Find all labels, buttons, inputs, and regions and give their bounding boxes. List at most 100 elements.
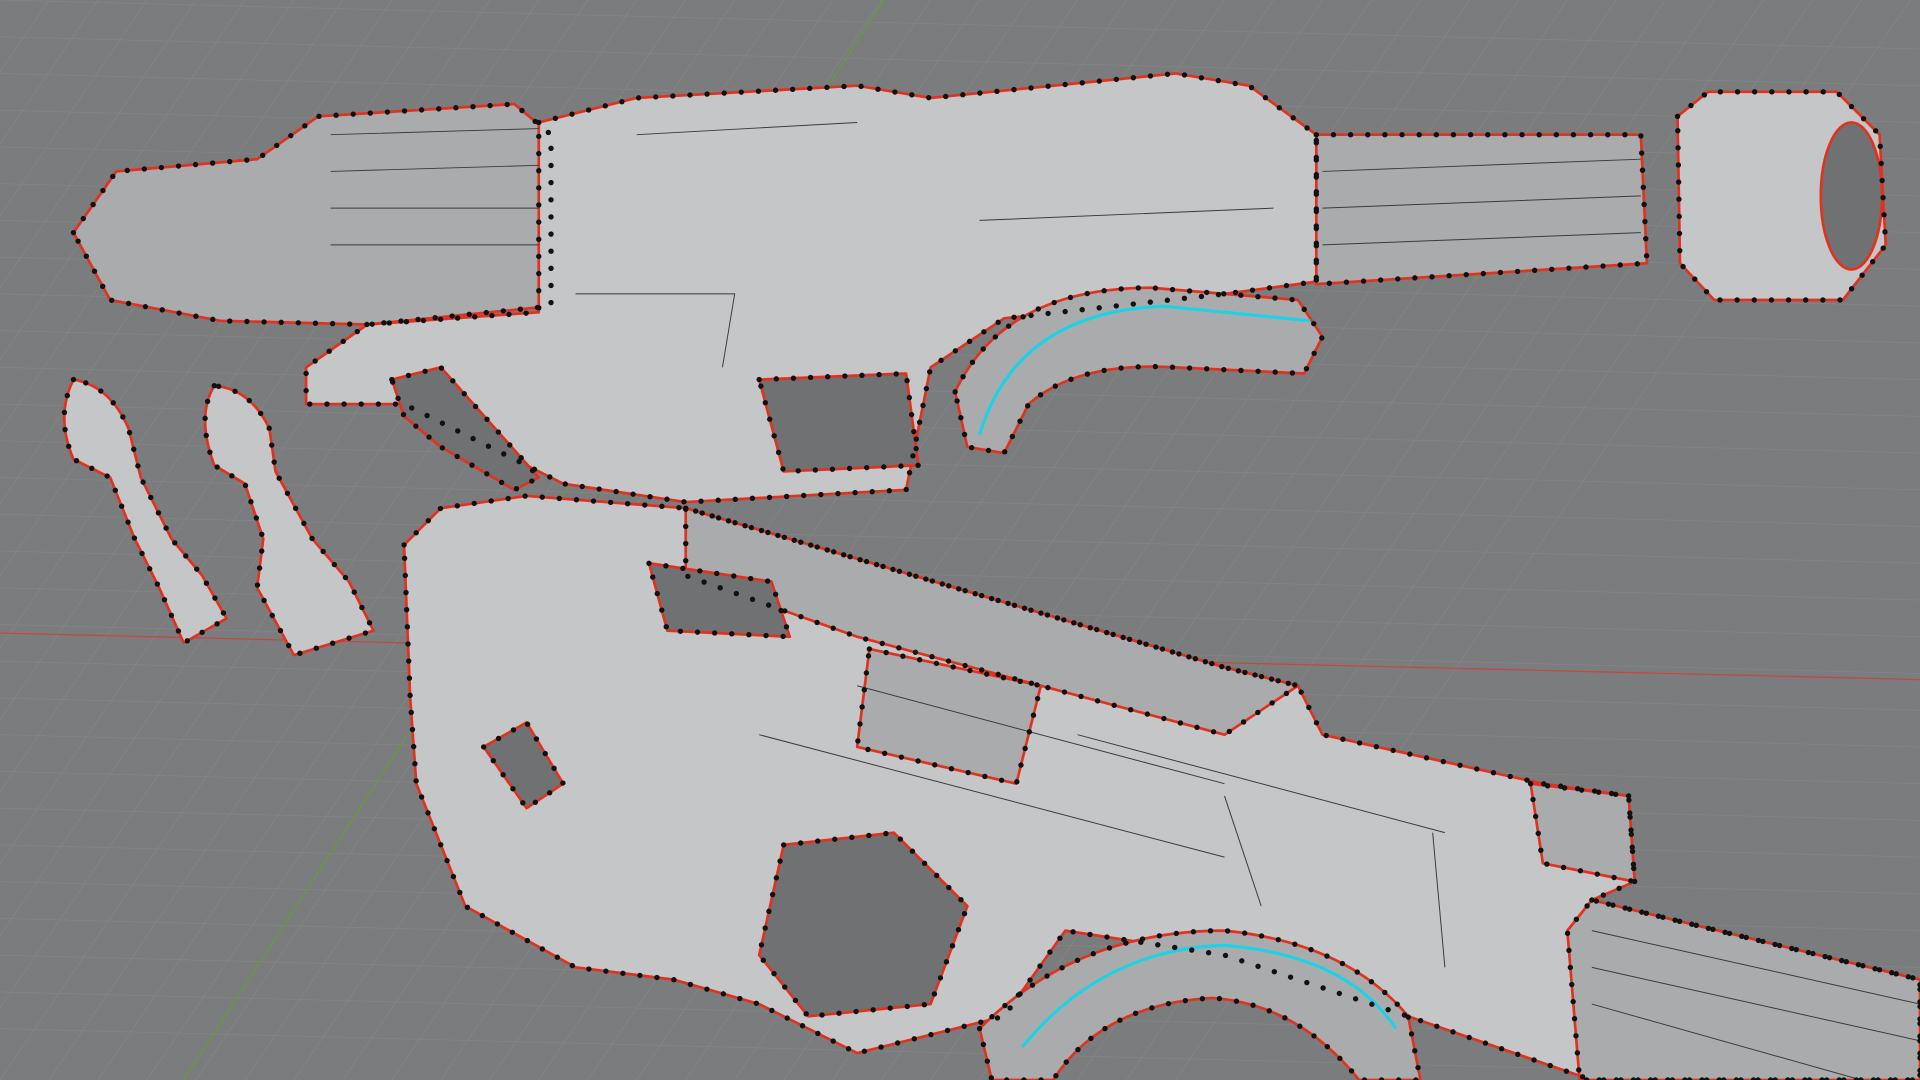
vertex[interactable] — [1382, 132, 1388, 138]
vertex[interactable] — [913, 436, 919, 442]
vertex[interactable] — [1893, 971, 1899, 977]
vertex[interactable] — [967, 667, 973, 674]
vertex[interactable] — [1045, 684, 1051, 691]
vertex[interactable] — [956, 586, 962, 592]
vertex[interactable] — [1434, 1023, 1440, 1029]
vertex[interactable] — [120, 414, 126, 420]
vertex[interactable] — [1028, 85, 1034, 91]
vertex[interactable] — [1655, 913, 1662, 919]
vertex[interactable] — [590, 498, 597, 504]
vertex[interactable] — [1347, 132, 1354, 138]
vertex[interactable] — [1628, 831, 1635, 837]
vertex[interactable] — [354, 328, 360, 335]
vertex[interactable] — [142, 303, 149, 310]
vertex[interactable] — [316, 113, 322, 119]
vertex[interactable] — [1255, 293, 1261, 300]
vertex[interactable] — [131, 446, 137, 452]
vertex[interactable] — [1110, 631, 1116, 638]
vertex[interactable] — [70, 376, 77, 383]
vertex[interactable] — [659, 607, 665, 613]
vertex[interactable] — [1872, 965, 1878, 972]
vertex[interactable] — [91, 268, 98, 274]
vertex[interactable] — [1130, 301, 1136, 307]
vertex[interactable] — [1446, 273, 1452, 279]
vertex[interactable] — [1275, 678, 1281, 684]
vertex[interactable] — [1549, 266, 1555, 272]
vertex[interactable] — [842, 373, 848, 379]
vertex[interactable] — [1527, 780, 1534, 787]
vertex[interactable] — [1643, 235, 1649, 242]
vertex[interactable] — [70, 229, 77, 236]
vertex[interactable] — [878, 1044, 884, 1050]
vertex[interactable] — [207, 449, 213, 455]
vertex[interactable] — [1221, 291, 1227, 297]
vertex[interactable] — [312, 358, 318, 364]
vertex[interactable] — [1054, 615, 1061, 621]
vertex[interactable] — [865, 746, 871, 753]
vertex[interactable] — [487, 102, 493, 109]
vertex[interactable] — [1336, 990, 1343, 997]
vertex[interactable] — [1269, 700, 1275, 706]
vertex[interactable] — [1553, 132, 1560, 138]
vertex[interactable] — [858, 83, 864, 90]
vertex[interactable] — [259, 152, 266, 158]
vertex[interactable] — [1169, 649, 1176, 655]
vertex[interactable] — [985, 447, 992, 454]
vertex[interactable] — [307, 401, 313, 407]
vertex[interactable] — [1219, 663, 1225, 670]
vertex[interactable] — [1172, 944, 1178, 951]
vertex[interactable] — [125, 300, 132, 307]
vertex[interactable] — [347, 321, 353, 327]
vertex[interactable] — [1836, 91, 1843, 98]
vertex[interactable] — [883, 830, 889, 837]
vertex[interactable] — [881, 464, 887, 470]
vertex[interactable] — [847, 554, 853, 560]
vertex[interactable] — [303, 387, 309, 394]
vertex[interactable] — [881, 750, 888, 756]
vertex[interactable] — [772, 87, 779, 93]
vertex[interactable] — [1878, 160, 1884, 167]
vertex[interactable] — [683, 540, 689, 547]
vertex[interactable] — [522, 493, 528, 499]
vertex[interactable] — [783, 624, 790, 630]
vertex[interactable] — [1722, 929, 1728, 936]
vertex[interactable] — [1348, 1068, 1355, 1074]
vertex[interactable] — [1262, 94, 1269, 101]
vertex[interactable] — [1173, 930, 1180, 937]
vertex[interactable] — [259, 548, 265, 554]
vertex[interactable] — [548, 214, 554, 220]
vertex[interactable] — [1283, 690, 1290, 697]
vertex[interactable] — [1101, 288, 1107, 294]
vertex[interactable] — [407, 692, 413, 699]
vertex[interactable] — [954, 398, 960, 404]
vertex[interactable] — [1079, 80, 1085, 86]
vertex[interactable] — [536, 287, 542, 294]
vertex[interactable] — [403, 589, 409, 596]
vertex[interactable] — [405, 372, 412, 379]
vertex[interactable] — [409, 726, 416, 733]
vertex[interactable] — [1337, 1055, 1343, 1062]
vertex[interactable] — [324, 401, 330, 407]
vertex[interactable] — [495, 429, 502, 435]
vertex[interactable] — [630, 491, 636, 497]
vertex[interactable] — [989, 1014, 995, 1020]
vertex[interactable] — [1205, 949, 1212, 956]
vertex[interactable] — [929, 578, 936, 584]
vertex[interactable] — [1002, 449, 1008, 455]
vertex[interactable] — [1502, 132, 1508, 138]
vertex[interactable] — [1734, 89, 1741, 95]
vertex[interactable] — [548, 197, 554, 203]
vertex[interactable] — [875, 86, 881, 92]
vertex[interactable] — [896, 568, 903, 575]
vertex[interactable] — [1215, 77, 1222, 84]
vertex[interactable] — [697, 568, 703, 574]
vertex[interactable] — [929, 653, 935, 660]
vertex[interactable] — [545, 129, 552, 136]
vertex[interactable] — [313, 645, 319, 651]
vertex[interactable] — [1297, 1023, 1303, 1029]
vertex[interactable] — [548, 179, 554, 186]
vertex[interactable] — [798, 840, 804, 846]
vertex[interactable] — [1675, 145, 1681, 151]
vertex[interactable] — [916, 419, 923, 425]
vertex[interactable] — [1395, 276, 1401, 282]
